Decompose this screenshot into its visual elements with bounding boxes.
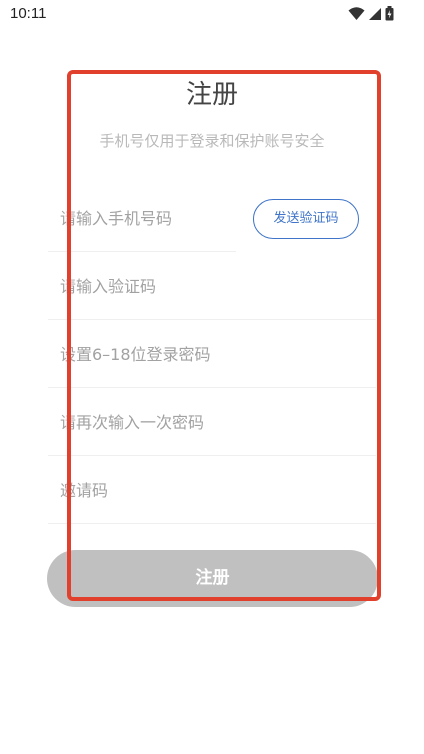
wifi-icon: [348, 6, 365, 21]
confirm-password-input[interactable]: [60, 410, 360, 434]
status-bar: 10:11: [0, 0, 424, 30]
battery-icon: [385, 6, 394, 21]
register-button[interactable]: 注册: [47, 550, 378, 607]
code-field: [48, 252, 376, 320]
status-icons: [348, 6, 394, 21]
page-subtitle: 手机号仅用于登录和保护账号安全: [99, 132, 325, 150]
page-title: 注册: [185, 80, 238, 110]
invite-code-input[interactable]: [60, 478, 360, 502]
signal-icon: [368, 7, 382, 21]
send-code-button[interactable]: 发送验证码: [253, 199, 359, 239]
code-input[interactable]: [60, 274, 360, 298]
status-time: 10:11: [10, 5, 47, 22]
phone-field: [48, 184, 236, 252]
confirm-password-field: [48, 388, 376, 456]
password-input[interactable]: [60, 342, 360, 366]
password-field: [48, 320, 376, 388]
invite-code-field: [48, 456, 376, 524]
phone-input[interactable]: [60, 206, 230, 230]
